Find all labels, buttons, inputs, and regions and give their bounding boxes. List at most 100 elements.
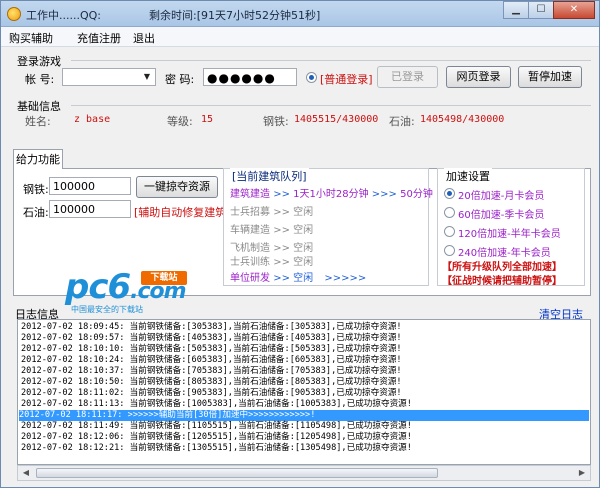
res-oil-label: 石油: (23, 206, 49, 219)
queue-row-2: 车辆建造 >> 空闲 (230, 221, 313, 236)
log-list[interactable]: 2012-07-02 18:09:45: 当前钢铁储备:[305383],当前石… (17, 319, 591, 465)
log-line[interactable]: 2012-07-02 18:10:50: 当前钢铁储备:[805383],当前石… (21, 377, 421, 388)
speed-option-60[interactable]: 60倍加速-季卡会员 (458, 206, 544, 221)
auto-repair-label: [辅助自动修复建筑] (134, 206, 231, 219)
speed-radio-120[interactable] (444, 226, 455, 237)
basic-info-label: 基础信息 (17, 100, 61, 113)
log-line[interactable]: 2012-07-02 18:09:57: 当前钢铁储备:[405383],当前石… (21, 333, 421, 344)
queue-build-name: 建筑建造 (230, 189, 270, 200)
queue-row-name: 士兵训练 (230, 257, 270, 268)
logged-in-button[interactable]: 已登录 (377, 66, 438, 88)
pause-speed-button[interactable]: 暂停加速 (518, 66, 582, 88)
queue-row-status: 空闲 (293, 207, 314, 218)
login-divider (71, 60, 591, 61)
speed-note-pause: 【征战时候请把辅助暂停】 (442, 276, 562, 287)
window-controls: ▁ ☐ ✕ (503, 1, 595, 19)
menu-recharge[interactable]: 充值注册 (77, 30, 121, 46)
plunder-button[interactable]: 一键掠夺资源 (136, 176, 218, 198)
remaining-time: 剩余时间:[91天7小时52分钟51秒] (149, 9, 321, 22)
queue-row-arrow: >> (273, 225, 290, 236)
log-line[interactable]: 2012-07-02 18:11:49: 当前钢铁储备:[1105515],当前… (21, 421, 421, 432)
queue-build-remain: 50分钟 (400, 189, 433, 200)
web-login-button[interactable]: 网页登录 (446, 66, 511, 88)
tab-features[interactable]: 给力功能 (13, 149, 63, 169)
speed-radio-240[interactable] (444, 245, 455, 256)
queue-row-status: 空闲 (293, 257, 314, 268)
queue-research-tail: >>>>> (324, 273, 367, 284)
logo-badge: 下载站 (141, 271, 187, 285)
build-queue-box: [当前建筑队列] 建筑建造 >> 1天1小时28分钟 >>> 50分钟 士兵招募… (223, 168, 433, 286)
maximize-icon[interactable]: ☐ (528, 1, 554, 19)
window-title: 工作中......QQ: (26, 9, 102, 22)
close-icon[interactable]: ✕ (553, 1, 595, 19)
log-line[interactable]: 2012-07-02 18:12:21: 当前钢铁储备:[1305515],当前… (21, 443, 421, 454)
scroll-left-icon[interactable]: ◀ (18, 466, 34, 480)
log-line-selected[interactable]: 2012-07-02 18:11:17: >>>>>>辅助当前[30倍]加速中>… (19, 410, 589, 421)
queue-row-1: 士兵招募 >> 空闲 (230, 203, 313, 218)
normal-login-radio[interactable] (306, 72, 317, 83)
queue-row-name: 士兵招募 (230, 207, 270, 218)
speed-radio-60[interactable] (444, 207, 455, 218)
res-steel-input[interactable]: 100000 (49, 177, 131, 195)
watermark-logo: pc6.com 下载站 中国最安全的下载站 (65, 269, 195, 315)
menu-exit[interactable]: 退出 (133, 30, 155, 46)
log-line[interactable]: 2012-07-02 18:09:45: 当前钢铁储备:[305383],当前石… (21, 322, 421, 333)
log-line[interactable]: 2012-07-02 18:11:13: 当前钢铁储备:[1005383],当前… (21, 399, 421, 410)
speed-title: 加速设置 (444, 168, 492, 184)
main-window: 工作中......QQ: 剩余时间:[91天7小时52分钟51秒] ▁ ☐ ✕ … (0, 0, 600, 488)
name-label: 姓名: (25, 115, 51, 128)
account-label: 帐 号: (25, 73, 55, 86)
level-label: 等级: (167, 115, 193, 128)
queue-row-name: 车辆建造 (230, 225, 270, 236)
queue-row-arrow: >> (273, 207, 290, 218)
queue-row-3: 飞机制造 >> 空闲 (230, 239, 313, 254)
minimize-icon[interactable]: ▁ (503, 1, 529, 19)
speed-settings-box: 加速设置 20倍加速-月卡会员 60倍加速-季卡会员 120倍加速-半年卡会员 … (437, 168, 585, 287)
queue-build-arrow2: >>> (371, 189, 397, 200)
password-label: 密 码: (165, 73, 195, 86)
log-line[interactable]: 2012-07-02 18:10:37: 当前钢铁储备:[705383],当前石… (21, 366, 421, 377)
speed-note-all: 【所有升级队列全部加速】 (442, 262, 562, 273)
log-line[interactable]: 2012-07-02 18:10:24: 当前钢铁储备:[605383],当前石… (21, 355, 421, 366)
basic-divider (71, 105, 591, 106)
log-line[interactable]: 2012-07-02 18:11:02: 当前钢铁储备:[905383],当前石… (21, 388, 421, 399)
speed-option-240[interactable]: 240倍加速-年卡会员 (458, 244, 551, 259)
password-field[interactable]: ●●●●●● (203, 68, 297, 86)
queue-research-status: 空闲 (293, 273, 314, 284)
speed-option-120[interactable]: 120倍加速-半年卡会员 (458, 225, 561, 240)
level-value: 15 (201, 114, 214, 125)
menu-buy[interactable]: 购买辅助 (9, 30, 53, 46)
name-value: z base (74, 114, 111, 125)
queue-row-build: 建筑建造 >> 1天1小时28分钟 >>> 50分钟 (230, 185, 433, 200)
menu-bar: 购买辅助 充值注册 退出 (1, 27, 599, 47)
queue-row-4: 士兵训练 >> 空闲 (230, 253, 313, 268)
queue-title: [当前建筑队列] (230, 168, 309, 184)
chevron-down-icon[interactable]: ▼ (141, 71, 153, 83)
steel-info-value: 1405515/430000 (294, 114, 379, 125)
res-oil-input[interactable]: 100000 (49, 200, 131, 218)
log-line[interactable]: 2012-07-02 18:10:10: 当前钢铁储备:[505383],当前石… (21, 344, 421, 355)
queue-build-time: 1天1小时28分钟 (293, 189, 369, 200)
log-line[interactable]: 2012-07-02 18:12:06: 当前钢铁储备:[1205515],当前… (21, 432, 421, 443)
queue-row-arrow: >> (273, 257, 290, 268)
title-bar[interactable]: 工作中......QQ: 剩余时间:[91天7小时52分钟51秒] ▁ ☐ ✕ (1, 1, 599, 27)
log-horizontal-scrollbar[interactable]: ◀ ▶ (17, 465, 591, 481)
oil-info-label: 石油: (389, 115, 415, 128)
account-combo[interactable]: ▼ (62, 68, 156, 86)
steel-info-label: 钢铁: (263, 115, 289, 128)
res-steel-label: 钢铁: (23, 183, 49, 196)
app-icon (7, 7, 21, 21)
queue-row-research: 单位研发 >> 空闲 >>>>> (230, 269, 366, 284)
scroll-thumb[interactable] (36, 468, 438, 478)
login-section-label: 登录游戏 (17, 55, 61, 68)
queue-row-status: 空闲 (293, 225, 314, 236)
speed-radio-20[interactable] (444, 188, 455, 199)
queue-build-arrow: >> (273, 189, 290, 200)
oil-info-value: 1405498/430000 (420, 114, 505, 125)
logo-subtitle: 中国最安全的下载站 (71, 305, 143, 314)
logo-main-text: pc6 (65, 267, 131, 307)
scroll-right-icon[interactable]: ▶ (574, 466, 590, 480)
speed-option-20[interactable]: 20倍加速-月卡会员 (458, 187, 544, 202)
normal-login-label: [普通登录] (320, 73, 373, 86)
queue-research-name: 单位研发 (230, 273, 270, 284)
